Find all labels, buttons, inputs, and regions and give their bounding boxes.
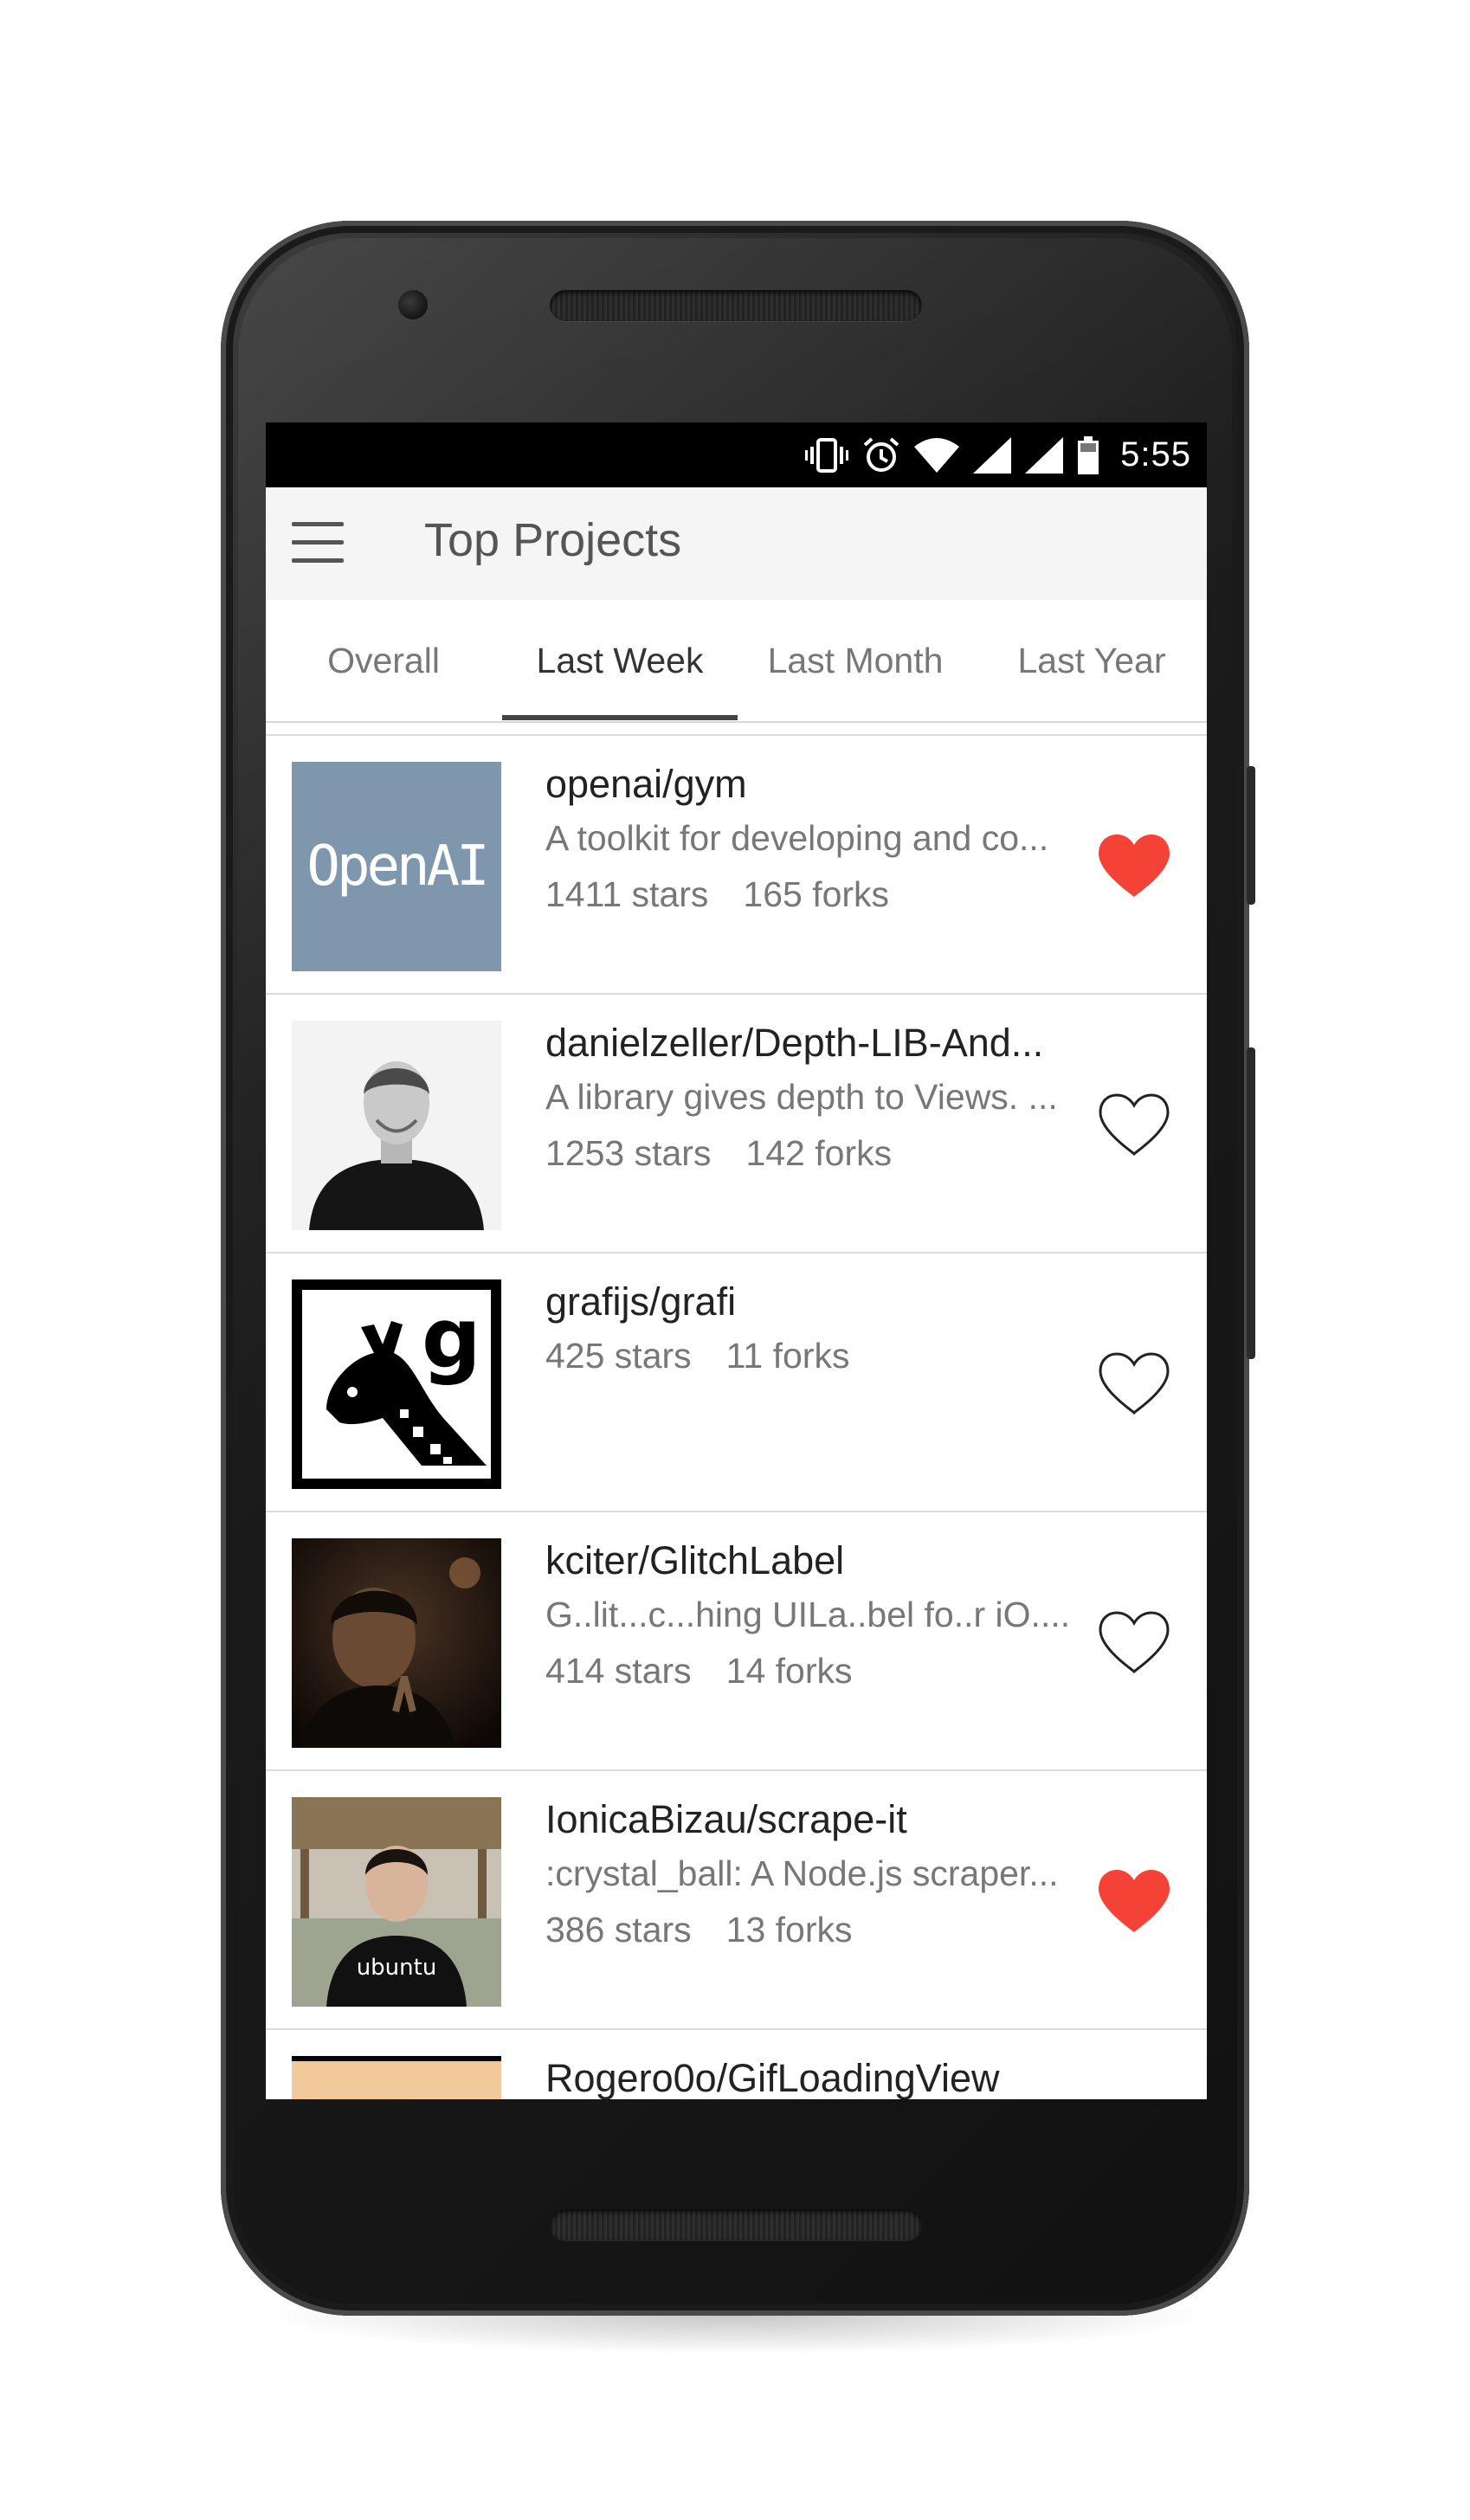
tab-overall[interactable]: Overall: [266, 600, 501, 721]
heart-outline-icon[interactable]: [1097, 1350, 1171, 1416]
project-stats: 386 stars 13 forks: [545, 1910, 853, 1950]
avatar: OpenAI: [292, 762, 501, 971]
tab-bar: Overall Last Week Last Month Last Year: [266, 600, 1207, 723]
avatar: g: [292, 1279, 501, 1489]
stars-count: 386 stars: [545, 1910, 692, 1950]
phone-volume-button: [1247, 1047, 1255, 1359]
project-description: :crystal_ball: A Node.js scraper...: [545, 1853, 1059, 1893]
project-name: Rogero0o/GifLoadingView: [545, 2056, 1000, 2099]
list-item[interactable]: g grafijs/grafi 425 stars 11 forks: [266, 1252, 1207, 1511]
heart-filled-icon[interactable]: [1097, 833, 1171, 899]
person-photo: [292, 1538, 501, 1748]
heart-outline-icon[interactable]: [1097, 1092, 1171, 1157]
logo-letter: g: [422, 1290, 481, 1387]
stars-count: 1411 stars: [545, 874, 709, 914]
list-item[interactable]: OpenAI openai/gym A toolkit for developi…: [266, 734, 1207, 993]
status-bar: 5:55: [266, 422, 1207, 487]
forks-count: 13 forks: [725, 1910, 853, 1950]
tab-indicator: [502, 715, 738, 720]
project-stats: 414 stars 14 forks: [545, 1651, 853, 1692]
heart-outline-icon[interactable]: [1097, 1609, 1171, 1675]
project-description: G..lit...c...hing UILa..bel fo..r iO....: [545, 1595, 1071, 1634]
shirt-logo-text: ubuntu: [356, 1955, 437, 1981]
status-time: 5:55: [1120, 435, 1191, 474]
bottom-speaker-grille: [550, 2209, 922, 2240]
forks-count: 11 forks: [725, 1336, 850, 1376]
list-item[interactable]: ubuntu IonicaBizau/scrape-it :crystal_ba…: [266, 1769, 1207, 2028]
stars-count: 414 stars: [545, 1651, 692, 1691]
heart-filled-icon[interactable]: [1097, 1868, 1171, 1934]
status-icons: 5:55: [805, 422, 1191, 487]
app-bar: Top Projects: [266, 487, 1207, 600]
tab-last-week[interactable]: Last Week: [502, 600, 738, 721]
list-item[interactable]: danielzeller/Depth-LIB-And... A library …: [266, 993, 1207, 1252]
project-stats: 425 stars 11 forks: [545, 1336, 849, 1376]
page-title: Top Projects: [424, 514, 682, 566]
menu-icon[interactable]: [292, 522, 344, 565]
forks-count: 165 forks: [743, 874, 890, 914]
front-camera: [398, 290, 428, 319]
project-description: A library gives depth to Views. ...: [545, 1077, 1058, 1117]
project-name: openai/gym: [545, 762, 747, 806]
project-name: IonicaBizau/scrape-it: [545, 1797, 907, 1841]
project-description: A toolkit for developing and co...: [545, 818, 1049, 858]
avatar: [292, 2056, 501, 2099]
avatar: [292, 1021, 501, 1230]
alarm-icon: [863, 436, 899, 472]
forks-count: 14 forks: [725, 1651, 853, 1691]
signal-icon: [973, 436, 1012, 474]
phone-power-button: [1247, 766, 1255, 905]
person-photo: [292, 1021, 501, 1230]
tab-last-year[interactable]: Last Year: [974, 600, 1207, 721]
battery-icon: [1078, 435, 1099, 474]
stars-count: 1253 stars: [545, 1133, 712, 1173]
project-name: danielzeller/Depth-LIB-And...: [545, 1021, 1044, 1065]
project-name: grafijs/grafi: [545, 1279, 737, 1324]
list-item[interactable]: Rogero0o/GifLoadingView: [266, 2028, 1207, 2099]
top-speaker-grille: [550, 290, 922, 321]
vibrate-icon: [805, 437, 849, 473]
avatar: ubuntu: [292, 1797, 501, 2007]
stars-count: 425 stars: [545, 1336, 692, 1376]
project-stats: 1411 stars 165 forks: [545, 874, 889, 915]
avatar: [292, 1538, 501, 1748]
forks-count: 142 forks: [745, 1133, 893, 1173]
phone-screen: 5:55 Top Projects Overall Last Week Last…: [266, 422, 1207, 2099]
wifi-icon: [914, 437, 960, 473]
list-item[interactable]: kciter/GlitchLabel G..lit...c...hing UIL…: [266, 1511, 1207, 1769]
project-name: kciter/GlitchLabel: [545, 1538, 845, 1582]
project-stats: 1253 stars 142 forks: [545, 1133, 892, 1174]
avatar-text: OpenAI: [306, 835, 489, 899]
signal-icon-2: [1025, 436, 1064, 474]
tab-last-month[interactable]: Last Month: [738, 600, 973, 721]
